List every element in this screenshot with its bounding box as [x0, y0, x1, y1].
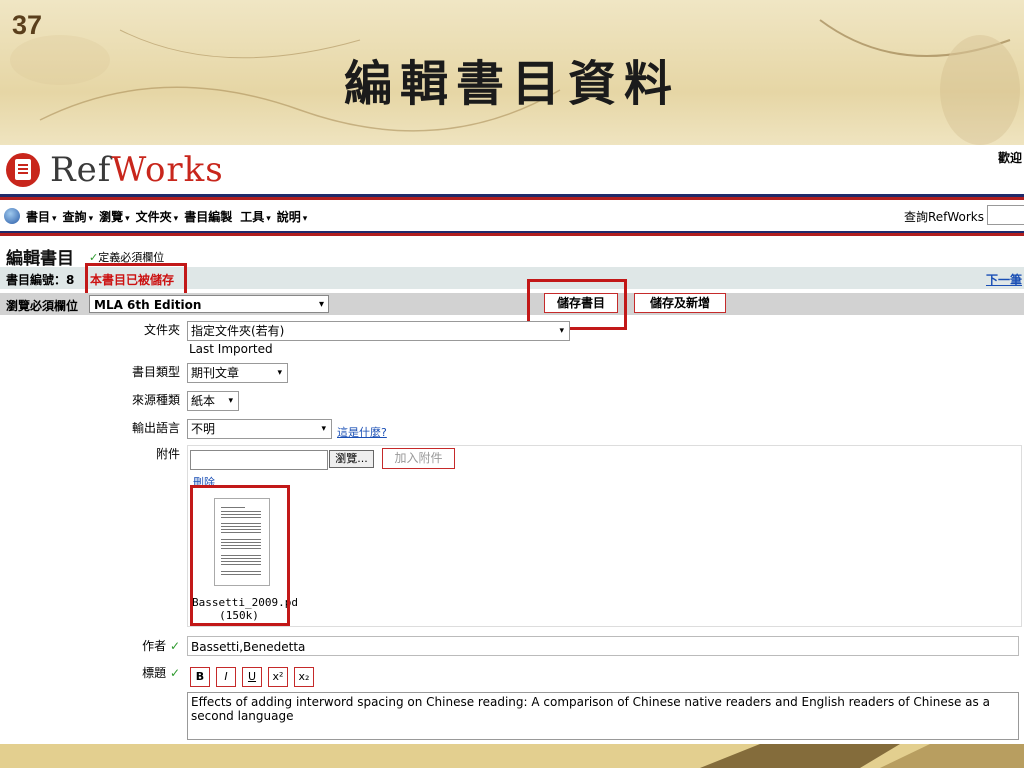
language-label: 輸出語言	[131, 421, 180, 435]
current-folder: Last Imported	[189, 342, 273, 356]
author-label: 作者 ✓	[142, 639, 180, 653]
globe-icon[interactable]	[4, 208, 20, 224]
source-type-select[interactable]: 紙本 ▾	[187, 391, 239, 411]
whats-this-link[interactable]: 這是什麼?	[337, 424, 387, 440]
subscript-button[interactable]: x₂	[294, 667, 314, 687]
highlight-attachment	[190, 485, 290, 626]
title-textarea[interactable]: Effects of adding interword spacing on C…	[187, 692, 1019, 740]
menu-help[interactable]: 說明 ▾	[277, 208, 308, 225]
superscript-button[interactable]: x²	[268, 667, 288, 687]
brand-name: RefWorks	[50, 150, 224, 190]
menu-search[interactable]: 查詢 ▾	[63, 208, 94, 225]
folder-select[interactable]: 指定文件夾(若有) ▾	[187, 321, 570, 341]
author-field[interactable]: Bassetti,Benedetta	[187, 636, 1019, 656]
browse-button[interactable]: 瀏覽...	[329, 450, 374, 468]
chevron-down-icon: ▾	[321, 424, 326, 434]
attachment-panel	[187, 445, 1022, 627]
source-type-label: 來源種類	[131, 393, 180, 407]
highlight-saved-status	[85, 263, 187, 297]
menu-divider	[0, 231, 1024, 236]
bottom-decoration	[0, 744, 1024, 768]
menu-bibliography[interactable]: 書目編製	[184, 208, 234, 225]
underline-button[interactable]: U	[242, 667, 262, 687]
header-divider	[0, 194, 1024, 200]
check-icon: ✓	[169, 666, 180, 680]
refworks-logo: RefWorks	[6, 149, 224, 191]
title-label: 標題 ✓	[142, 666, 180, 680]
reference-id: 書目編號：8	[6, 273, 75, 287]
language-select[interactable]: 不明 ▾	[187, 419, 332, 439]
folder-label: 文件夾	[143, 323, 180, 337]
search-refworks-label: 查詢RefWorks	[903, 210, 984, 224]
next-reference-link[interactable]: 下一筆	[986, 271, 1022, 288]
welcome-text: 歡迎	[997, 151, 1022, 165]
check-icon: ✓	[169, 639, 180, 653]
refworks-window: RefWorks 歡迎 書目 ▾ 查詢 ▾ 瀏覽 ▾ 文件夾 ▾ 書目編製 工具 ▾ 說明…	[0, 145, 1024, 744]
search-refworks-input[interactable]	[987, 205, 1024, 225]
required-fields-bar: 瀏覽必須欄位 MLA 6th Edition ▾	[0, 293, 1024, 315]
add-attachment-button[interactable]: 加入附件	[382, 448, 455, 469]
ref-type-label: 書目類型	[131, 365, 180, 379]
chevron-down-icon: ▾	[228, 396, 233, 406]
output-style-select[interactable]: MLA 6th Edition ▾	[89, 295, 329, 313]
slide-number: 37	[12, 10, 43, 40]
slide-title: 編輯書目資料	[343, 56, 680, 112]
chevron-down-icon: ▾	[318, 299, 324, 310]
view-required-label: 瀏覽必須欄位	[6, 299, 79, 313]
page-title: 編輯書目	[6, 249, 74, 269]
save-and-new-button[interactable]: 儲存及新增	[634, 293, 726, 313]
document-logo-icon	[6, 153, 40, 187]
menu-folders[interactable]: 文件夾 ▾	[136, 208, 179, 225]
file-input[interactable]	[190, 450, 328, 470]
menu-view[interactable]: 瀏覽 ▾	[99, 208, 130, 225]
main-menu: 書目 ▾ 查詢 ▾ 瀏覽 ▾ 文件夾 ▾ 書目編製 工具 ▾ 說明 ▾ 查詢RefWorks	[0, 201, 1024, 231]
attachment-label: 附件	[155, 447, 180, 461]
bold-button[interactable]: B	[190, 667, 210, 687]
ref-type-select[interactable]: 期刊文章 ▾	[187, 363, 288, 383]
chevron-down-icon: ▾	[559, 326, 564, 336]
menu-references[interactable]: 書目 ▾	[26, 208, 57, 225]
italic-button[interactable]: I	[216, 667, 236, 687]
menu-tools[interactable]: 工具 ▾	[240, 208, 271, 225]
chevron-down-icon: ▾	[277, 368, 282, 378]
